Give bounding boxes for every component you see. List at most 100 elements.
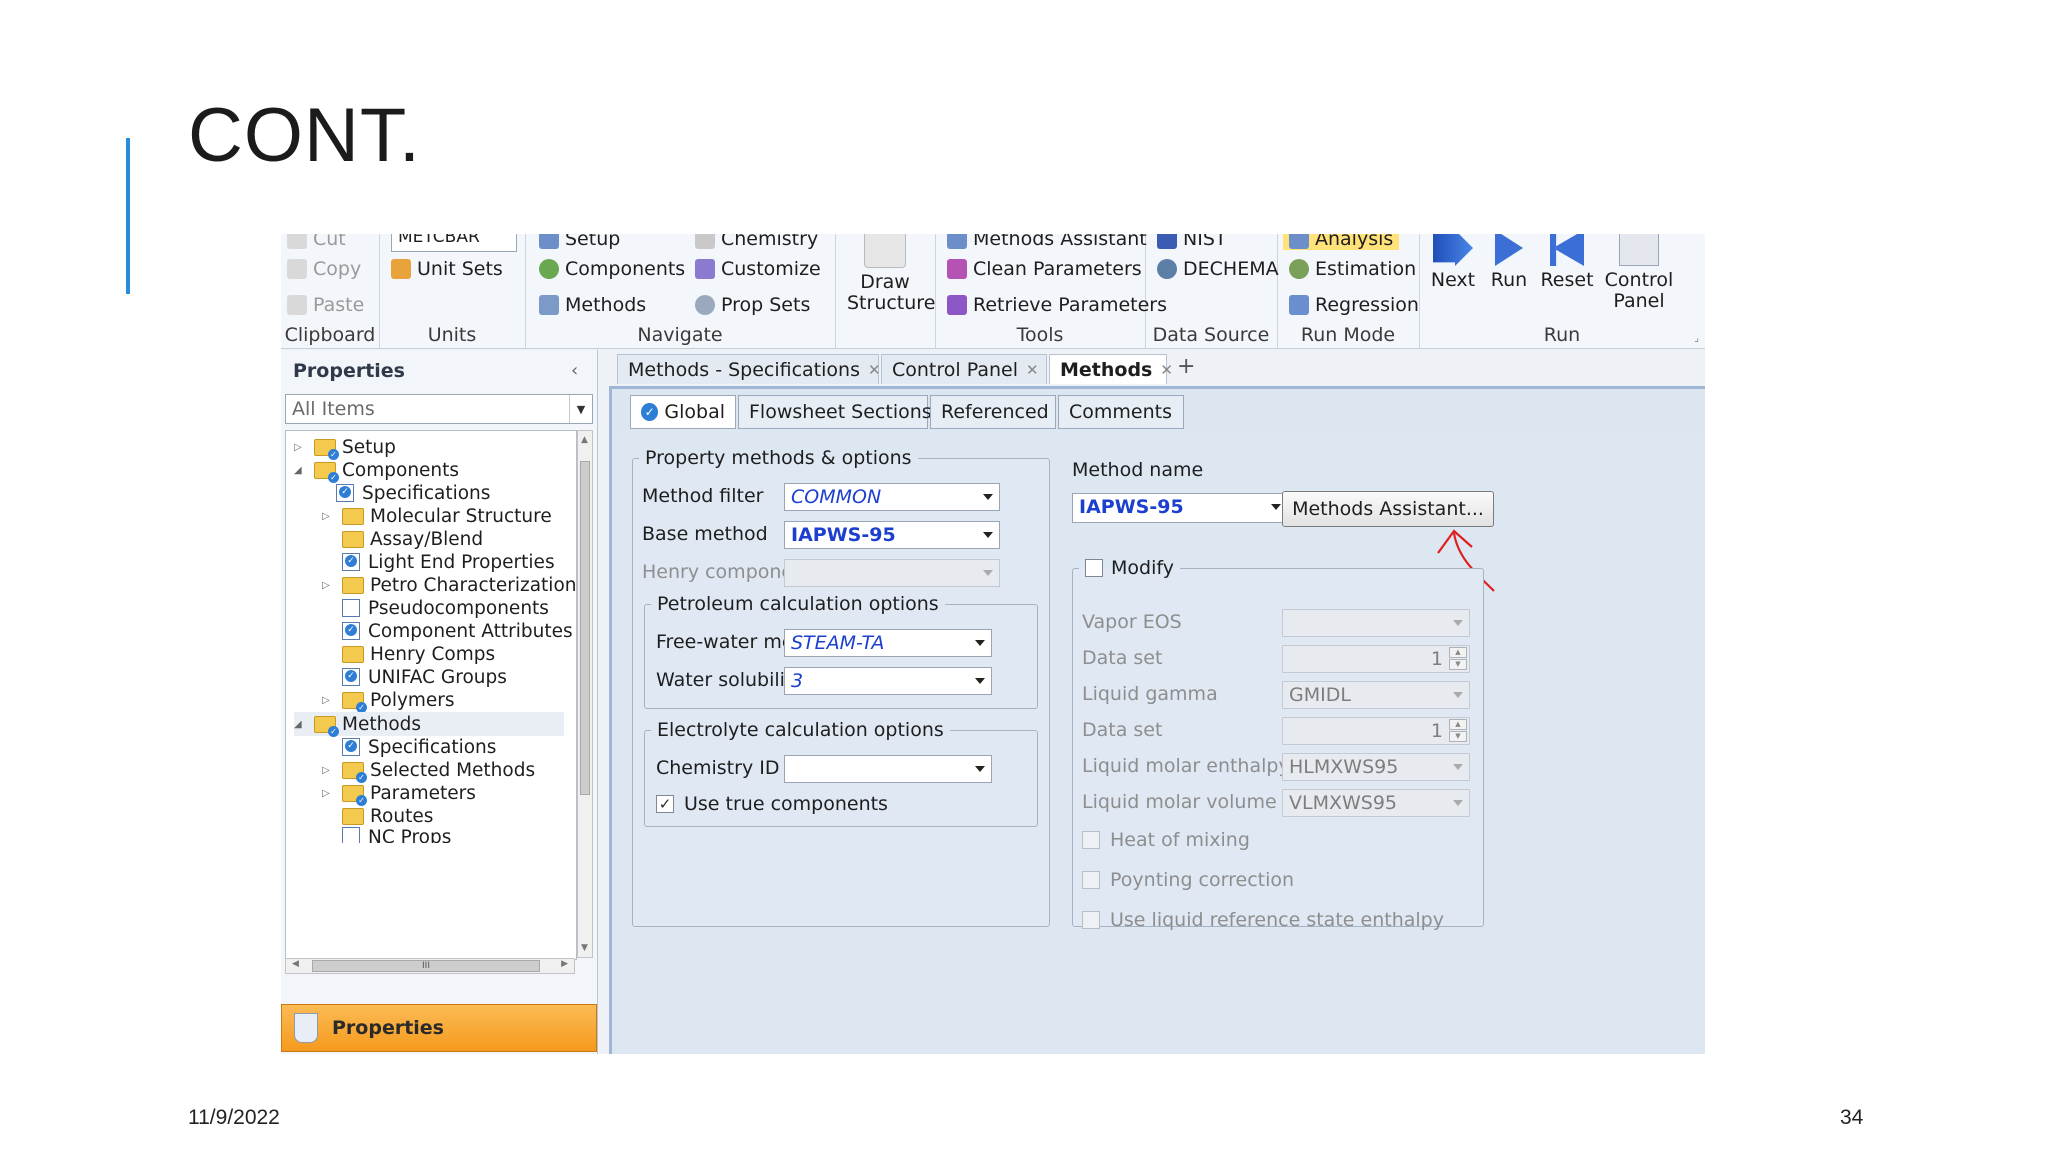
setup-button[interactable]: Setup (539, 234, 620, 250)
tree-item-molecular-structure[interactable]: ▷ Molecular Structure (322, 504, 552, 528)
data-set-stepper[interactable]: 1 ▲ ▼ (1282, 717, 1470, 745)
tree-item-component-attributes[interactable]: Component Attributes (342, 619, 573, 643)
tree-item-assay-blend[interactable]: Assay/Blend (342, 527, 483, 551)
reset-button[interactable]: Reset (1539, 234, 1595, 291)
collapse-icon[interactable]: ◢ (294, 719, 308, 730)
tree-item-setup[interactable]: ▷Setup (294, 435, 396, 460)
stepper-down-icon[interactable]: ▼ (1449, 659, 1467, 670)
free-water-method-combo[interactable]: STEAM-TA (784, 629, 992, 657)
tree-horizontal-scrollbar[interactable]: ◀ III ▶ (285, 958, 575, 974)
collapse-pane-icon[interactable]: ‹ (571, 360, 578, 381)
dechema-button[interactable]: DECHEMA (1157, 258, 1279, 280)
unit-sets-button[interactable]: Unit Sets (391, 258, 503, 280)
liquid-gamma-combo[interactable]: GMIDL (1282, 681, 1470, 709)
next-button[interactable]: Next (1427, 234, 1479, 291)
regression-button[interactable]: Regression (1289, 294, 1419, 316)
tree-item-nc-props[interactable]: NC Props (342, 827, 451, 843)
tree-item-methods-specifications[interactable]: Specifications (342, 735, 496, 759)
tree-item-parameters[interactable]: ▷Parameters (322, 781, 476, 806)
chevron-down-icon[interactable]: ▼ (569, 395, 592, 423)
methods-nav-button[interactable]: Methods (539, 294, 646, 316)
tree-item-components[interactable]: ◢Components (294, 458, 459, 483)
vapor-eos-combo[interactable] (1282, 609, 1470, 637)
water-solubility-combo[interactable]: 3 (784, 667, 992, 695)
clean-parameters-button[interactable]: Clean Parameters (947, 258, 1142, 280)
base-method-combo[interactable]: IAPWS-95 (784, 521, 1000, 549)
scroll-up-icon[interactable]: ▲ (581, 435, 588, 445)
unit-set-combo[interactable]: METCBAR (391, 234, 517, 252)
modify-checkbox[interactable] (1085, 559, 1103, 577)
paste-button[interactable]: Paste (287, 294, 364, 316)
poynting-correction-checkbox[interactable] (1082, 871, 1100, 889)
liquid-molar-volume-combo[interactable]: VLMXWS95 (1282, 789, 1470, 817)
tree-item-routes[interactable]: Routes (342, 804, 433, 828)
copy-button[interactable]: Copy (287, 258, 361, 280)
liquid-molar-enthalpy-combo[interactable]: HLMXWS95 (1282, 753, 1470, 781)
close-icon[interactable]: ✕ (1160, 361, 1173, 379)
ribbon-group-label: Clipboard (284, 324, 376, 346)
scroll-left-icon[interactable]: ◀ (292, 959, 299, 969)
prop-sets-button[interactable]: Prop Sets (695, 294, 810, 316)
estimation-button[interactable]: Estimation (1289, 258, 1416, 280)
stepper-down-icon[interactable]: ▼ (1449, 731, 1467, 742)
nist-button[interactable]: NIST (1157, 234, 1226, 250)
use-true-components-checkbox[interactable]: ✓ (656, 795, 674, 813)
analysis-button[interactable]: Analysis (1283, 234, 1400, 250)
chevron-down-icon (1453, 764, 1463, 770)
tree-item-selected-methods[interactable]: ▷Selected Methods (322, 758, 535, 783)
expand-icon[interactable]: ▷ (322, 788, 336, 799)
tree-item-pseudocomponents[interactable]: Pseudocomponents (342, 596, 549, 620)
scroll-down-icon[interactable]: ▼ (581, 943, 588, 953)
expand-icon[interactable]: ▷ (322, 511, 336, 522)
vapor-eos-label: Vapor EOS (1082, 611, 1182, 633)
tree-item-components-specifications[interactable]: Specifications (336, 481, 490, 505)
new-tab-plus-icon[interactable]: + (1177, 354, 1195, 379)
tab-comments[interactable]: Comments (1058, 395, 1184, 429)
method-name-combo[interactable]: IAPWS-95 (1072, 493, 1288, 523)
stepper-up-icon[interactable]: ▲ (1449, 647, 1467, 658)
expand-icon[interactable]: ▷ (322, 765, 336, 776)
control-panel-button[interactable]: Control Panel (1601, 234, 1677, 312)
tab-referenced[interactable]: Referenced (930, 395, 1056, 429)
close-icon[interactable]: ✕ (1026, 361, 1039, 379)
method-filter-combo[interactable]: COMMON (784, 483, 1000, 511)
tree-item-methods[interactable]: ◢Methods (294, 712, 564, 737)
tree-item-polymers[interactable]: ▷Polymers (322, 688, 455, 713)
methods-assistant-tool-button[interactable]: Methods Assistant (947, 234, 1147, 250)
tab-control-panel[interactable]: Control Panel ✕ (881, 354, 1047, 384)
chemistry-button[interactable]: Chemistry (695, 234, 818, 250)
stepper-up-icon[interactable]: ▲ (1449, 719, 1467, 730)
collapse-icon[interactable]: ◢ (294, 465, 308, 476)
tree-item-petro-characterization[interactable]: ▷ Petro Characterization (322, 573, 576, 597)
scroll-thumb[interactable]: III (312, 960, 540, 972)
expand-icon[interactable]: ▷ (294, 442, 308, 453)
henry-components-combo[interactable] (784, 559, 1000, 587)
components-button[interactable]: Components (539, 258, 685, 280)
cut-button[interactable]: Cut (287, 234, 346, 250)
liquid-gamma-label: Liquid gamma (1082, 683, 1218, 705)
tab-methods-specifications[interactable]: Methods - Specifications ✕ (617, 354, 881, 384)
heat-of-mixing-checkbox[interactable] (1082, 831, 1100, 849)
close-icon[interactable]: ✕ (868, 361, 881, 379)
tab-methods[interactable]: Methods ✕ (1049, 354, 1173, 384)
tree-vertical-scrollbar[interactable]: ▲ ▼ (577, 430, 593, 958)
tree-item-unifac-groups[interactable]: UNIFAC Groups (342, 665, 507, 689)
tree-item-henry-comps[interactable]: Henry Comps (342, 642, 495, 666)
customize-button[interactable]: Customize (695, 258, 821, 280)
liquid-reference-enthalpy-checkbox[interactable] (1082, 911, 1100, 929)
expand-icon[interactable]: ▷ (322, 695, 336, 706)
chemistry-id-combo[interactable] (784, 755, 992, 783)
run-button[interactable]: Run (1485, 234, 1533, 291)
properties-nav-button[interactable]: Properties (281, 1004, 597, 1052)
filter-combo[interactable]: All Items ▼ (285, 394, 593, 424)
tree-item-light-end-properties[interactable]: Light End Properties (342, 550, 555, 574)
data-set-stepper[interactable]: 1 ▲ ▼ (1282, 645, 1470, 673)
retrieve-parameters-button[interactable]: Retrieve Parameters (947, 294, 1167, 316)
expand-icon[interactable]: ▷ (322, 580, 336, 591)
tab-flowsheet-sections[interactable]: Flowsheet Sections (738, 395, 932, 429)
tab-global[interactable]: ✓ Global (630, 395, 736, 429)
dialog-launcher-icon[interactable]: ⌟ (1694, 333, 1699, 344)
draw-structure-button[interactable]: Draw Structure (847, 234, 935, 314)
scroll-thumb[interactable] (580, 461, 590, 795)
scroll-right-icon[interactable]: ▶ (561, 959, 568, 969)
